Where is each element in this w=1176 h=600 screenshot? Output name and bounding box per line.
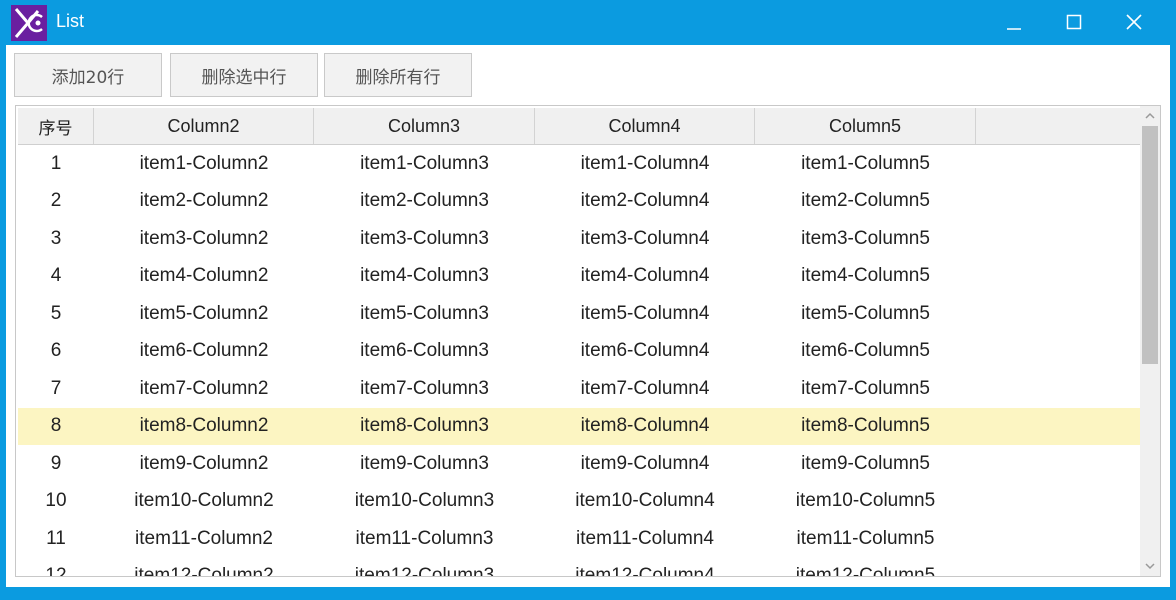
table-row[interactable]: 2 item2-Column2 item2-Column3 item2-Column4… [18, 183, 1140, 221]
table-row[interactable]: 4 item4-Column2 item4-Column3 item4-Column4… [18, 258, 1140, 296]
maximize-icon [1066, 14, 1082, 30]
column-header-column5[interactable]: Column5 [755, 108, 976, 144]
table-cell: item5-Column4 [580, 302, 710, 324]
table-cell: item6-Column3 [360, 340, 489, 362]
table-row[interactable]: 9 item9-Column2 item9-Column3 item9-Column4… [18, 445, 1140, 483]
close-icon [1126, 14, 1142, 30]
table-cell: item1-Column3 [360, 152, 489, 174]
table-cell: item4-Column2 [139, 265, 269, 287]
row-number-cell: 12 [45, 565, 67, 577]
table-cell: item12-Column3 [354, 565, 495, 577]
client-area: 添加20行 删除选中行 删除所有行 序号 Column2 Column3 Col… [6, 45, 1170, 587]
table-cell: item8-Column5 [801, 415, 930, 437]
table-cell: item4-Column3 [360, 265, 489, 287]
table-cell: item11-Column5 [796, 527, 935, 549]
table-cell: item4-Column4 [580, 265, 710, 287]
row-number-cell: 5 [50, 302, 62, 324]
table-row[interactable]: 6 item6-Column2 item6-Column3 item6-Column4… [18, 333, 1140, 371]
table-cell: item9-Column3 [360, 452, 489, 474]
delete-selected-rows-button[interactable]: 删除选中行 [170, 53, 318, 97]
table-cell: item7-Column2 [139, 377, 269, 399]
table-row[interactable]: 11 item11-Column2 item11-Column3 item11-Col… [18, 520, 1140, 558]
table-cell: item7-Column3 [360, 377, 489, 399]
row-number-cell: 9 [50, 452, 62, 474]
scroll-down-arrow-icon[interactable] [1145, 562, 1155, 570]
table-cell: item11-Column3 [355, 527, 494, 549]
table-cell: item1-Column2 [139, 152, 269, 174]
row-number-cell: 10 [45, 490, 67, 512]
table-cell: item12-Column4 [575, 565, 715, 577]
table-cell: item5-Column2 [139, 302, 269, 324]
row-number-cell: 6 [50, 340, 62, 362]
table-cell: item3-Column4 [580, 227, 710, 249]
table-cell: item9-Column5 [801, 452, 930, 474]
row-number-cell: 11 [46, 527, 66, 549]
table-cell: item4-Column5 [801, 265, 930, 287]
table-cell: item3-Column3 [360, 227, 489, 249]
maximize-button[interactable] [1044, 0, 1104, 45]
list-view[interactable]: 序号 Column2 Column3 Column4 Column5 1 item… [15, 105, 1161, 577]
row-number-cell: 3 [50, 227, 62, 249]
table-cell: item12-Column2 [134, 565, 274, 577]
list-header: 序号 Column2 Column3 Column4 Column5 [18, 108, 1140, 145]
table-cell: item6-Column2 [139, 340, 269, 362]
table-cell: item8-Column3 [360, 415, 489, 437]
row-number-cell: 7 [50, 377, 62, 399]
column-header-column3[interactable]: Column3 [314, 108, 535, 144]
table-cell: item11-Column4 [576, 527, 714, 549]
table-cell: item11-Column2 [135, 527, 273, 549]
table-cell: item10-Column4 [575, 490, 715, 512]
table-cell: item8-Column2 [139, 415, 269, 437]
table-cell: item3-Column5 [801, 227, 930, 249]
scrollbar-thumb[interactable] [1142, 126, 1158, 364]
scroll-up-arrow-icon[interactable] [1145, 112, 1155, 120]
table-cell: item6-Column4 [580, 340, 710, 362]
column-header-column2[interactable]: Column2 [94, 108, 314, 144]
table-cell: item2-Column5 [801, 190, 930, 212]
table-cell: item5-Column3 [360, 302, 489, 324]
row-number-cell: 2 [50, 190, 62, 212]
table-cell: item2-Column3 [360, 190, 489, 212]
table-cell: item2-Column2 [139, 190, 269, 212]
table-cell: item8-Column4 [580, 415, 710, 437]
table-cell: item7-Column5 [801, 377, 930, 399]
minimize-button[interactable] [984, 0, 1044, 45]
table-cell: item5-Column5 [801, 302, 930, 324]
table-cell: item12-Column5 [795, 565, 936, 577]
column-header-seq[interactable]: 序号 [18, 108, 94, 144]
add-20-rows-button[interactable]: 添加20行 [14, 53, 162, 97]
row-number-cell: 1 [50, 152, 62, 174]
table-row[interactable]: 1 item1-Column2 item1-Column3 item1-Column4… [18, 145, 1140, 183]
table-cell: item9-Column2 [139, 452, 269, 474]
table-cell: item6-Column5 [801, 340, 930, 362]
close-button[interactable] [1104, 0, 1164, 45]
minimize-icon [1007, 28, 1021, 30]
table-cell: item10-Column3 [354, 490, 495, 512]
vertical-scrollbar[interactable] [1140, 106, 1160, 576]
title-bar: List [0, 0, 1176, 45]
column-header-column4[interactable]: Column4 [535, 108, 755, 144]
table-cell: item9-Column4 [580, 452, 710, 474]
table-row[interactable]: 12 item12-Column2 item12-Column3 item12-Col… [18, 558, 1140, 577]
table-cell: item3-Column2 [139, 227, 269, 249]
row-number-cell: 8 [50, 415, 62, 437]
table-cell: item1-Column5 [801, 152, 930, 174]
app-logo-icon [11, 5, 47, 41]
table-row[interactable]: 3 item3-Column2 item3-Column3 item3-Column4… [18, 220, 1140, 258]
table-row[interactable]: 7 item7-Column2 item7-Column3 item7-Column4… [18, 370, 1140, 408]
table-row[interactable]: 10 item10-Column2 item10-Column3 item10-Col… [18, 483, 1140, 521]
table-cell: item7-Column4 [580, 377, 710, 399]
window-title: List [56, 11, 85, 31]
table-cell: item10-Column5 [795, 490, 936, 512]
row-number-cell: 4 [50, 265, 62, 287]
table-row[interactable]: 5 item5-Column2 item5-Column3 item5-Column4… [18, 295, 1140, 333]
table-row-selected[interactable]: 8 item8-Column2 item8-Column3 item8-Column4… [18, 407, 1140, 445]
table-cell: item2-Column4 [580, 190, 710, 212]
delete-all-rows-button[interactable]: 删除所有行 [324, 53, 472, 97]
table-cell: item10-Column2 [134, 490, 274, 512]
table-cell: item1-Column4 [580, 152, 710, 174]
